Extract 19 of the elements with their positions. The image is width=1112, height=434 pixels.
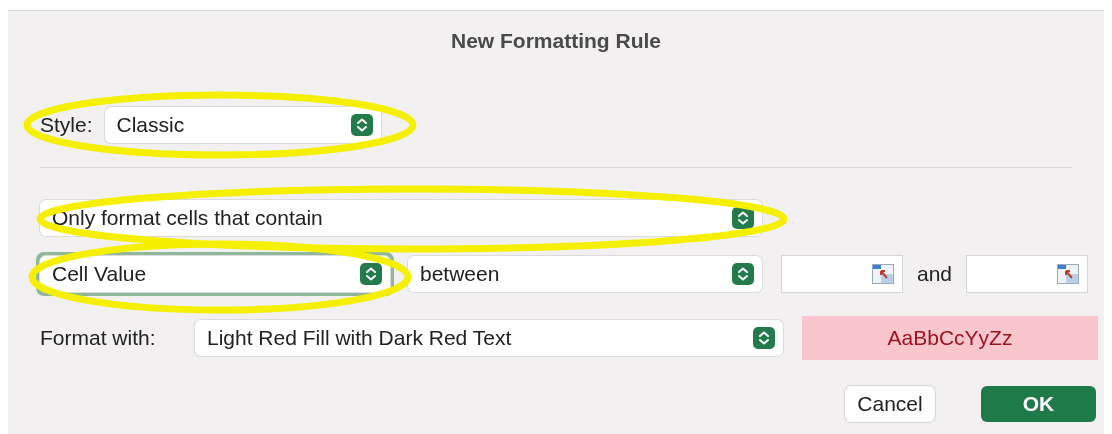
reference-field[interactable]: [782, 255, 902, 292]
style-select[interactable]: Classic: [104, 106, 381, 143]
style-label: Style:: [40, 111, 93, 138]
window-title: New Formatting Rule: [451, 28, 661, 54]
and-label: and: [917, 260, 953, 287]
cancel-button[interactable]: Cancel: [845, 385, 935, 422]
format-preview: AaBbCcYyZz: [802, 315, 1098, 360]
range-picker-icon: [872, 263, 894, 284]
operator-select[interactable]: between: [408, 255, 762, 292]
cell-value-select[interactable]: Cell Value: [40, 255, 390, 292]
stepper-icon: [360, 262, 382, 285]
range-picker-icon: [1057, 263, 1080, 284]
stepper-icon: [732, 262, 754, 285]
reference-field[interactable]: [967, 255, 1088, 292]
stepper-icon: [753, 326, 775, 349]
ok-button[interactable]: OK: [981, 385, 1096, 422]
stepper-icon: [350, 113, 373, 136]
format-with-label: Format with:: [40, 324, 157, 351]
format-select[interactable]: Light Red Fill with Dark Red Text: [195, 319, 783, 356]
